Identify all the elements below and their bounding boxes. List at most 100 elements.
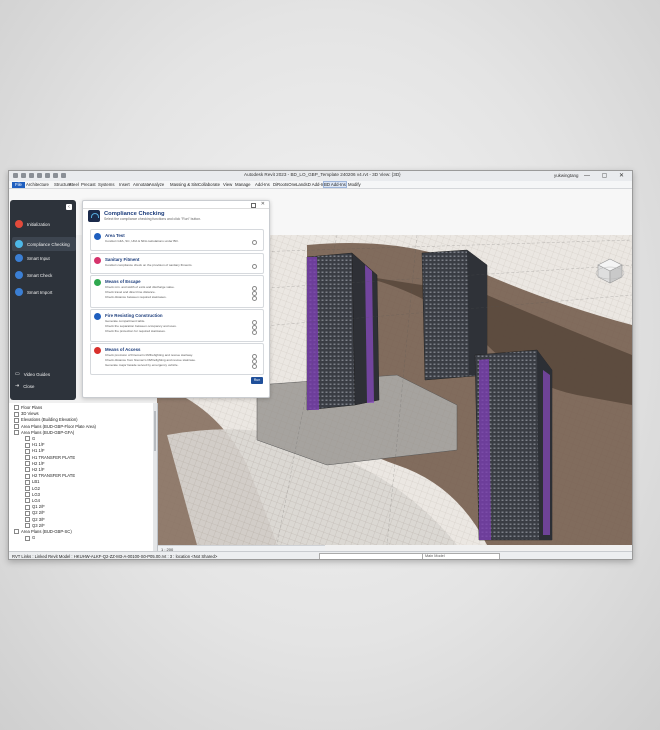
browser-tree-item[interactable]: LB1 (25, 479, 39, 485)
browser-tree-item[interactable]: Elevations (Building Elevation) (14, 417, 78, 423)
tab-steel[interactable]: Steel (69, 182, 79, 187)
browser-tree-label: Area Plans (BUD-GBP-Floor Plate Area) (21, 423, 96, 429)
view-icon (25, 492, 30, 498)
view-icon (25, 442, 30, 448)
tab-systems[interactable]: Systems (98, 182, 114, 187)
sanitary-fitment-icon (94, 257, 101, 264)
sidebar-item-smart-import[interactable]: Smart Import (15, 288, 52, 296)
user-name[interactable]: yukwingtang (554, 173, 578, 178)
sidebar-item-smart-input[interactable]: Smart Input (15, 254, 50, 262)
close-label: Close (23, 383, 35, 389)
means-of-escape-icon (94, 279, 101, 286)
function-radio[interactable] (251, 358, 257, 364)
collapse-button[interactable]: ‹ (66, 204, 72, 210)
browser-tree-label: H2 TRANSFER PLATE (32, 473, 76, 479)
browser-tree-item[interactable]: Q1 2/F (25, 504, 45, 510)
browser-tree-label: Q3 2/F (32, 522, 45, 528)
browser-tree-item[interactable]: H1 TRANSFER PLATE (25, 455, 75, 460)
function-radio[interactable] (251, 353, 257, 359)
browser-tree-item[interactable]: LG4 (25, 498, 40, 504)
browser-tree-item[interactable]: 3D Views (14, 411, 39, 417)
function-radio[interactable] (251, 285, 257, 291)
function-radio[interactable] (251, 319, 257, 325)
browser-scrollbar[interactable] (153, 403, 157, 551)
tab-analyze[interactable]: Analyze (149, 182, 164, 187)
function-radio[interactable] (251, 290, 257, 296)
maximize-icon[interactable] (251, 202, 256, 208)
browser-tree-label: Q1 2/F (32, 504, 45, 510)
run-button[interactable]: Run (251, 377, 263, 384)
browser-tree-label: Q2 2/F (32, 510, 45, 516)
panel-header: Compliance Checking Select the complianc… (88, 210, 201, 222)
browser-tree-item[interactable]: G (25, 535, 35, 541)
browser-tree-label: H2 1/F (32, 460, 45, 466)
browser-tree-item[interactable]: LG3 (25, 492, 40, 498)
tab-landsd-add-ins[interactable]: LandsD Add-Ins (296, 182, 327, 187)
tab-collaborate[interactable]: Collaborate (198, 182, 220, 187)
tab-manage[interactable]: Manage (235, 182, 251, 187)
browser-tree-item[interactable]: Area Plans (BUD-GBP-SC) (14, 529, 72, 535)
tab-precast[interactable]: Precast (81, 182, 96, 187)
sidebar-item-label: Smart Check (27, 272, 53, 278)
browser-tree-item[interactable]: H1 1/F (25, 448, 45, 454)
card-description: Check the separation between occupancy a… (105, 324, 177, 328)
tab-dirootsone[interactable]: DiRootsOne (273, 182, 296, 187)
browser-tree-item[interactable]: H2 1/F (25, 460, 45, 467)
sidebar-item-label: Compliance Checking (27, 241, 70, 247)
tab-modify[interactable]: Modify (348, 182, 361, 187)
model-selector[interactable]: Main Model (422, 553, 500, 559)
view-icon (25, 516, 30, 522)
tab-annotate[interactable]: Annotate (133, 182, 150, 187)
sidebar-item-smart-check[interactable]: Smart Check (15, 271, 52, 279)
tab-file[interactable]: File (12, 181, 25, 188)
window-controls[interactable]: — ▢ ✕ (584, 172, 629, 179)
video-guides-link[interactable]: ▭ Video Guides (15, 371, 50, 377)
card-description: Check travel and direct line distance. (105, 290, 156, 294)
browser-tree-item[interactable]: Q2 3/F (25, 517, 45, 522)
close-icon[interactable]: ✕ (261, 201, 265, 207)
quick-access-toolbar[interactable] (13, 173, 66, 178)
browser-tree-item[interactable]: Floor Plans (14, 405, 42, 411)
compliance-icon (15, 240, 23, 248)
browser-tree-item[interactable]: LG2 (25, 486, 40, 491)
view-icon (25, 535, 30, 541)
plugin-sidebar: ‹ Initialization Compliance Checking Smart… (10, 200, 76, 400)
tab-architecture[interactable]: Architecture (26, 182, 49, 187)
function-radio[interactable] (251, 363, 257, 369)
function-radio[interactable] (251, 239, 257, 245)
exit-icon: ⇥ (15, 383, 20, 389)
function-radio[interactable] (251, 329, 257, 335)
smart-import-icon (15, 288, 23, 296)
tab-bd-add-ins[interactable]: BD Add-Ins (323, 181, 347, 188)
browser-tree-item[interactable]: H2 1/F (25, 467, 45, 473)
browser-tree-item[interactable]: Q2 2/F (25, 510, 45, 516)
view-icon (25, 467, 30, 473)
tab-view[interactable]: View (223, 182, 232, 187)
browser-tree-item[interactable]: H1 1/F (25, 442, 45, 448)
view-cube-icon[interactable] (594, 255, 626, 287)
browser-tree-label: LG2 (32, 485, 40, 491)
expand-icon (14, 405, 19, 411)
browser-tree-item[interactable]: G (25, 436, 35, 442)
sidebar-item-compliance-checking[interactable]: Compliance Checking (12, 237, 76, 251)
tab-massing-site[interactable]: Massing & Site (170, 182, 199, 187)
function-radio[interactable] (251, 324, 257, 330)
fire-resisting-construction-icon (94, 313, 101, 320)
compliance-checking-panel: ✕ Compliance Checking Select the complia… (82, 200, 270, 398)
status-bar: RVT Links : Linked Revit Model : HKUHW-A… (9, 551, 632, 559)
browser-tree-item[interactable]: Area Plans (BUD-GBP-GFA) (14, 430, 74, 436)
area-test-icon (94, 233, 101, 240)
view-icon (25, 523, 30, 529)
card-title: Sanitary Fitment (105, 256, 140, 262)
project-browser[interactable]: Floor Plans 3D Views Elevations (Building … (9, 403, 158, 551)
function-radio[interactable] (251, 263, 257, 269)
browser-tree-item[interactable]: Q3 2/F (25, 522, 45, 529)
card-description: Generate major facade served by emergenc… (105, 363, 179, 367)
browser-tree-item[interactable]: H2 TRANSFER PLATE (25, 473, 76, 479)
function-radio[interactable] (251, 295, 257, 301)
sidebar-item-initialization[interactable]: Initialization (15, 220, 50, 228)
browser-tree-item[interactable]: Area Plans (BUD-GBP-Floor Plate Area) (14, 424, 96, 429)
tab-add-ins[interactable]: Add-Ins (255, 182, 270, 187)
close-link[interactable]: ⇥ Close (15, 383, 34, 389)
tab-insert[interactable]: Insert (119, 182, 130, 187)
